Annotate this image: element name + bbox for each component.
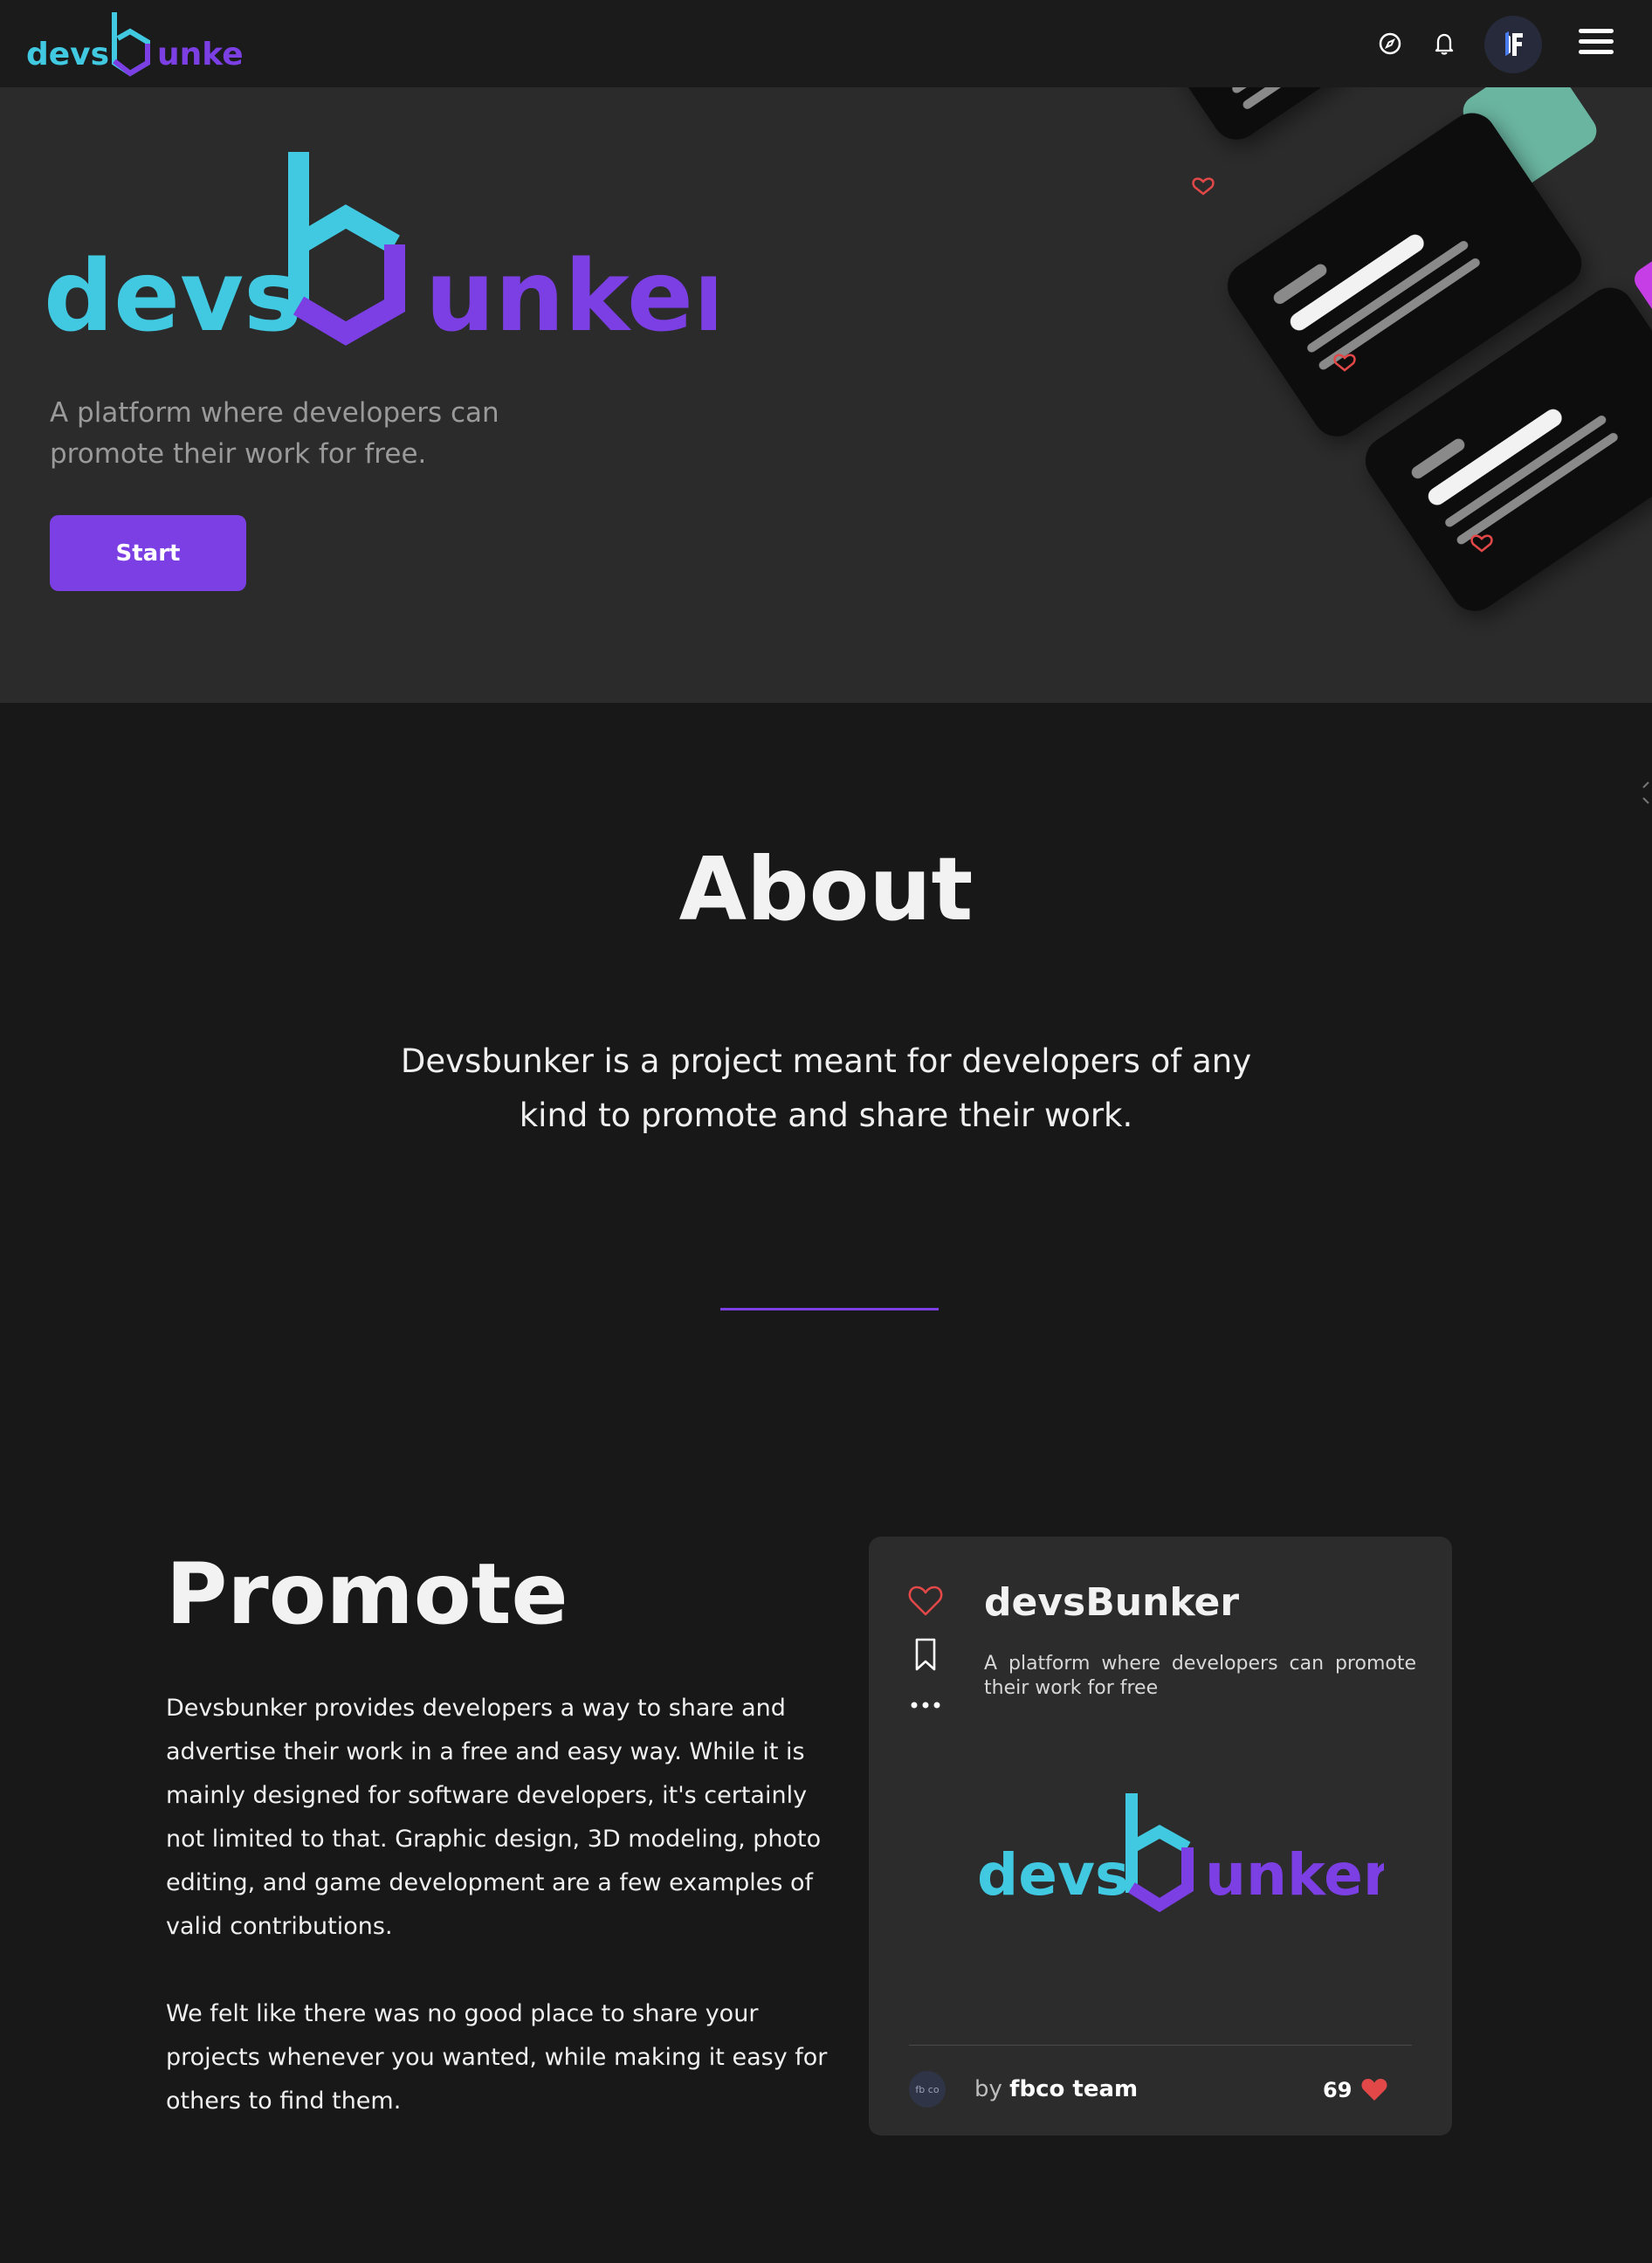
hero-tagline: A platform where developers can promote … [50, 397, 499, 470]
card-logo-text-devs: devs [977, 1841, 1129, 1909]
nav-logo-text-devs: devs [26, 37, 109, 72]
card-title[interactable]: devsBunker [984, 1580, 1239, 1625]
heart-icon[interactable] [905, 1580, 946, 1620]
avatar[interactable] [1484, 16, 1542, 73]
nav-logo[interactable]: devs unker [26, 9, 244, 80]
promote-paragraph-1: Devsbunker provides developers a way to … [166, 1695, 822, 1940]
hero-section: devs unker A platform where developers c… [0, 87, 1652, 703]
card-logo: devs unker [977, 1793, 1384, 1913]
section-divider [720, 1308, 939, 1310]
compass-icon[interactable] [1371, 24, 1409, 63]
hero-logo-b-icon [288, 152, 405, 346]
landing-page: devs unker [0, 0, 1652, 2263]
heart-filled-icon[interactable] [1359, 2074, 1389, 2104]
like-count: 69 [1323, 2078, 1353, 2102]
nav-logo-text-unker: unker [157, 37, 244, 72]
about-title: About [678, 838, 974, 940]
hero-logo: devs unker [44, 152, 716, 354]
bell-icon[interactable] [1425, 24, 1463, 63]
hero-illustration [1126, 87, 1652, 611]
card-description: A platform where developers can promote … [984, 1653, 1416, 1699]
card-divider [909, 2045, 1412, 2046]
hero-logo-text-unker: unker [425, 240, 716, 354]
bookmark-icon[interactable] [905, 1634, 946, 1675]
nav-logo-b-icon [112, 12, 150, 77]
deco-heart-icon [1192, 177, 1215, 196]
navbar: devs unker [0, 0, 1652, 87]
card-author[interactable]: by fbco team [974, 2076, 1138, 2102]
author-avatar[interactable]: fb co [909, 2071, 946, 2108]
card-logo-b-icon [1125, 1793, 1194, 1913]
promote-title: Promote [166, 1545, 568, 1643]
card-logo-text-unker: unker [1205, 1841, 1384, 1909]
author-name[interactable]: fbco team [1009, 2076, 1138, 2102]
project-card[interactable]: devsBunker A platform where developers c… [869, 1537, 1452, 2136]
hero-logo-text-devs: devs [44, 240, 302, 354]
start-button[interactable]: Start [50, 515, 246, 591]
more-options-icon[interactable] [905, 1685, 946, 1725]
scroll-chevron-icon[interactable] [1640, 777, 1652, 808]
author-prefix: by [974, 2076, 1002, 2102]
avatar-logo-icon [1505, 31, 1523, 56]
hamburger-menu-icon[interactable] [1572, 19, 1621, 68]
promote-paragraph-2: We felt like there was no good place to … [166, 2000, 828, 2115]
about-text: Devsbunker is a project meant for develo… [400, 1042, 1252, 1134]
